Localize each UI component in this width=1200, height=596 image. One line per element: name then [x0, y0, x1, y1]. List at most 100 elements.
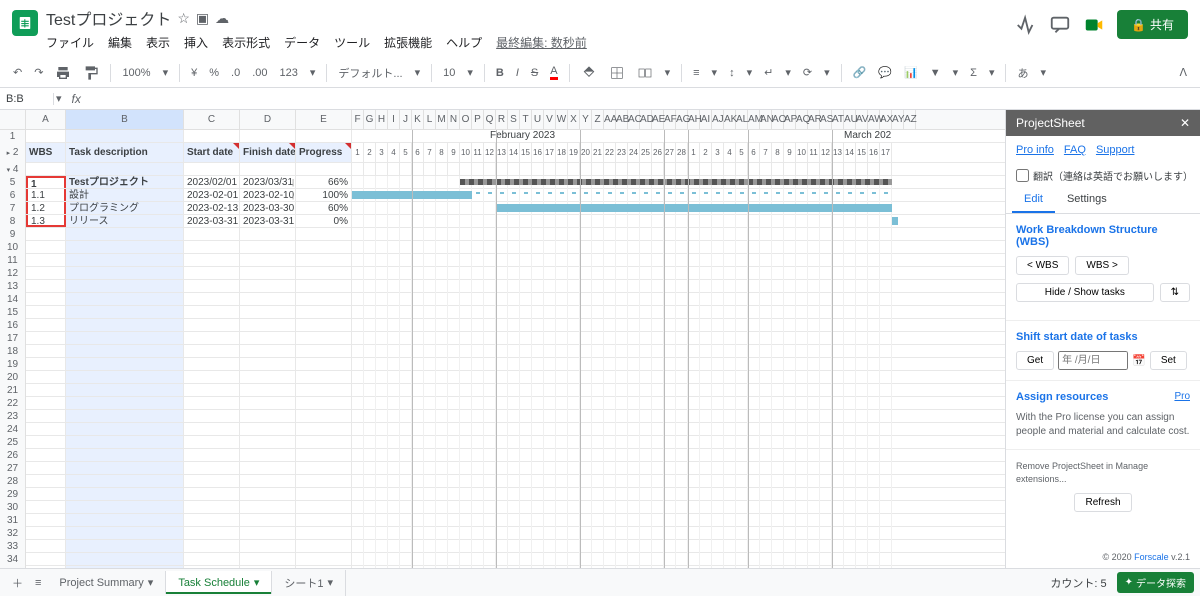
wbs-indent-out[interactable]: < WBS	[1016, 256, 1069, 275]
link-support[interactable]: Support	[1096, 144, 1135, 156]
comment-insert-icon[interactable]: 💬	[875, 64, 895, 81]
col-P[interactable]: P	[472, 110, 484, 129]
hide-show-tasks[interactable]: Hide / Show tasks	[1016, 283, 1154, 302]
col-AL[interactable]: AL	[736, 110, 748, 129]
menu-help[interactable]: ヘルプ	[446, 34, 482, 51]
merge-btn[interactable]	[634, 63, 656, 83]
more-formats[interactable]: 123	[277, 65, 301, 81]
link-faq[interactable]: FAQ	[1064, 144, 1086, 156]
menu-insert[interactable]: 挿入	[184, 34, 208, 51]
row-10[interactable]: 10	[0, 241, 26, 254]
zoom-select[interactable]: 100%	[119, 65, 153, 81]
row-2[interactable]: ▸ 2	[0, 143, 26, 163]
link-icon[interactable]: 🔗	[850, 64, 870, 81]
col-AJ[interactable]: AJ	[712, 110, 724, 129]
col-AU[interactable]: AU	[844, 110, 856, 129]
wbs-cell[interactable]: 1.1	[26, 189, 66, 201]
tab-edit[interactable]: Edit	[1012, 187, 1055, 213]
all-sheets-icon[interactable]: ≡	[29, 573, 47, 593]
col-AW[interactable]: AW	[868, 110, 880, 129]
filter-icon[interactable]: ▼	[927, 65, 944, 81]
wbs-cell[interactable]: 1	[26, 176, 66, 188]
row-17[interactable]: 17	[0, 332, 26, 345]
row-7[interactable]: 7	[0, 202, 26, 215]
col-AK[interactable]: AK	[724, 110, 736, 129]
col-J[interactable]: J	[400, 110, 412, 129]
history-icon[interactable]	[1015, 14, 1037, 36]
chart-icon[interactable]: 📊	[901, 64, 921, 81]
wbs-cell[interactable]: 1.3	[26, 215, 66, 227]
prog-cell[interactable]: 60%	[296, 202, 352, 214]
col-U[interactable]: U	[532, 110, 544, 129]
prog-cell[interactable]: 0%	[296, 215, 352, 227]
add-sheet-icon[interactable]: ＋	[6, 571, 29, 595]
col-AY[interactable]: AY	[892, 110, 904, 129]
currency-btn[interactable]: ¥	[188, 65, 200, 81]
row-25[interactable]: 25	[0, 436, 26, 449]
col-G[interactable]: G	[364, 110, 376, 129]
row-35[interactable]: 35	[0, 566, 26, 568]
finish-cell[interactable]: 2023-02-10	[240, 189, 296, 201]
col-V[interactable]: V	[544, 110, 556, 129]
task-desc-cell[interactable]: プログラミング	[66, 202, 184, 214]
row-26[interactable]: 26	[0, 449, 26, 462]
tab-project-summary[interactable]: Project Summary▾	[47, 571, 166, 594]
font-select[interactable]: デフォルト...	[335, 63, 405, 83]
col-AP[interactable]: AP	[784, 110, 796, 129]
share-button[interactable]: 🔒共有	[1117, 10, 1188, 39]
menu-file[interactable]: ファイル	[46, 34, 94, 51]
start-cell[interactable]: 2023-02-01	[184, 189, 240, 201]
col-AR[interactable]: AR	[808, 110, 820, 129]
row-22[interactable]: 22	[0, 397, 26, 410]
select-all-corner[interactable]	[0, 110, 26, 130]
row-14[interactable]: 14	[0, 293, 26, 306]
col-I[interactable]: I	[388, 110, 400, 129]
row-4[interactable]: ▾ 4	[0, 163, 26, 176]
col-AM[interactable]: AM	[748, 110, 760, 129]
row-13[interactable]: 13	[0, 280, 26, 293]
print-icon[interactable]	[52, 63, 74, 83]
translate-checkbox[interactable]	[1016, 169, 1029, 182]
col-AC[interactable]: AC	[628, 110, 640, 129]
col-AQ[interactable]: AQ	[796, 110, 808, 129]
row-27[interactable]: 27	[0, 462, 26, 475]
col-AA[interactable]: AA	[604, 110, 616, 129]
col-AE[interactable]: AE	[652, 110, 664, 129]
row-21[interactable]: 21	[0, 384, 26, 397]
col-AS[interactable]: AS	[820, 110, 832, 129]
row-6[interactable]: 6	[0, 189, 26, 202]
meet-icon[interactable]	[1083, 14, 1105, 36]
name-box[interactable]: B:B	[0, 93, 54, 105]
paint-format-icon[interactable]	[80, 63, 102, 83]
col-M[interactable]: M	[436, 110, 448, 129]
functions-icon[interactable]: Σ	[967, 65, 980, 81]
date-input[interactable]	[1058, 351, 1128, 370]
col-O[interactable]: O	[460, 110, 472, 129]
row-19[interactable]: 19	[0, 358, 26, 371]
pro-link[interactable]: Pro	[1174, 391, 1190, 411]
comment-icon[interactable]	[1049, 14, 1071, 36]
menu-view[interactable]: 表示	[146, 34, 170, 51]
col-Q[interactable]: Q	[484, 110, 496, 129]
col-N[interactable]: N	[448, 110, 460, 129]
explore-button[interactable]: ✦データ探索	[1117, 572, 1194, 593]
col-C[interactable]: C	[184, 110, 240, 129]
strike-btn[interactable]: S	[528, 65, 541, 81]
link-proinfo[interactable]: Pro info	[1016, 144, 1054, 156]
start-cell[interactable]: 2023-02-13	[184, 202, 240, 214]
col-E[interactable]: E	[296, 110, 352, 129]
col-AO[interactable]: AO	[772, 110, 784, 129]
col-AX[interactable]: AX	[880, 110, 892, 129]
col-K[interactable]: K	[412, 110, 424, 129]
row-33[interactable]: 33	[0, 540, 26, 553]
col-D[interactable]: D	[240, 110, 296, 129]
col-T[interactable]: T	[520, 110, 532, 129]
undo-icon[interactable]: ↶	[10, 64, 25, 81]
menu-extensions[interactable]: 拡張機能	[384, 34, 432, 51]
borders-btn[interactable]	[606, 63, 628, 83]
row-16[interactable]: 16	[0, 319, 26, 332]
finish-cell[interactable]: 2023-03-30	[240, 202, 296, 214]
align-btn[interactable]: ≡	[690, 65, 702, 81]
menu-format[interactable]: 表示形式	[222, 34, 270, 51]
font-size[interactable]: 10	[440, 65, 458, 81]
